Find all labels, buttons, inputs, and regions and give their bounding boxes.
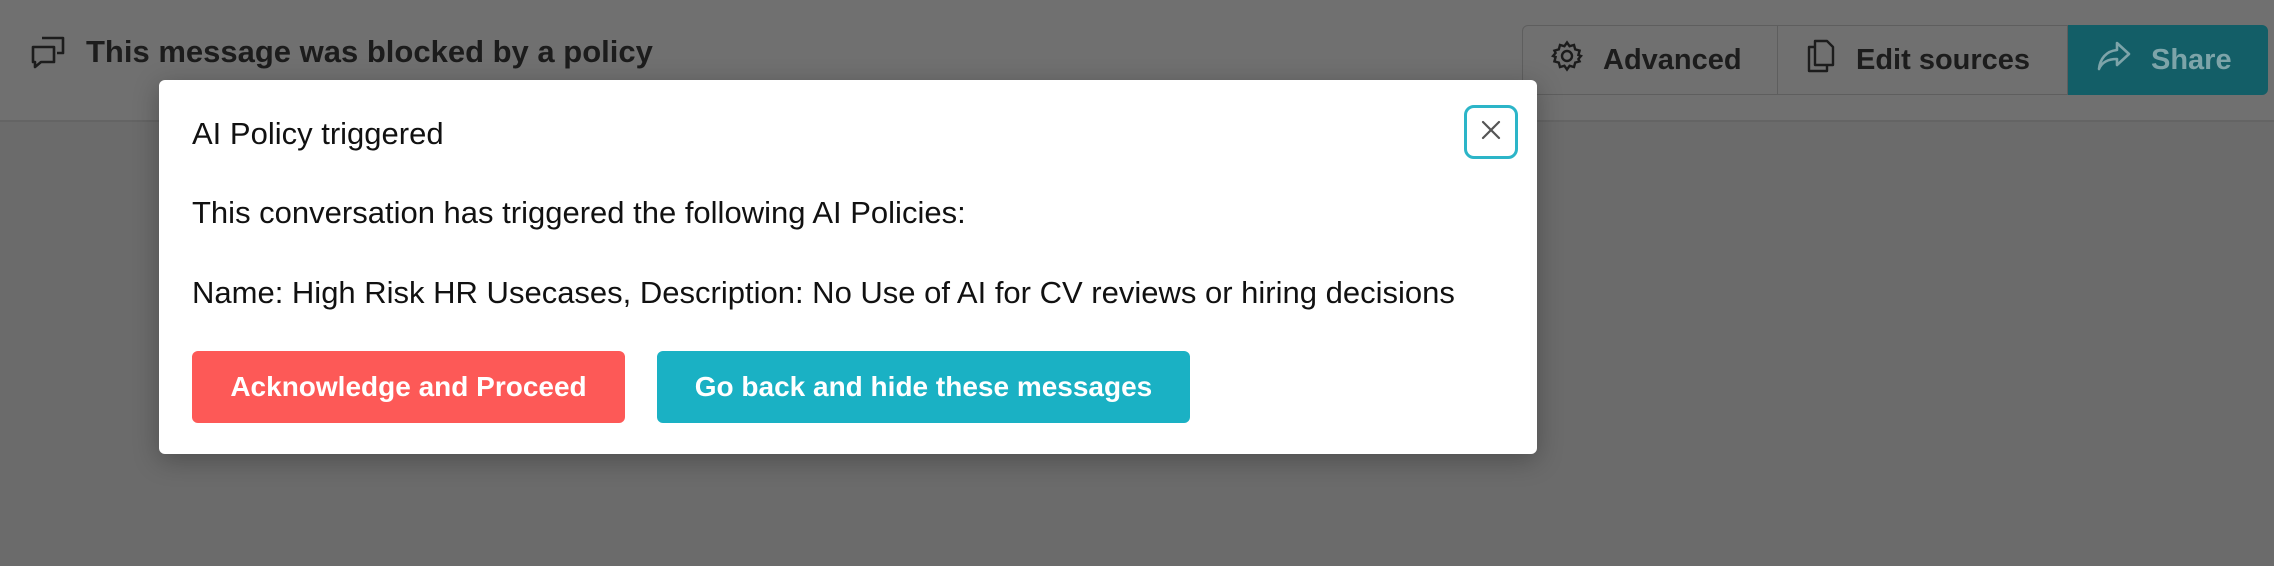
go-back-button[interactable]: Go back and hide these messages <box>657 351 1190 423</box>
message-blocked-icon <box>30 35 66 69</box>
share-icon <box>2097 41 2131 79</box>
close-button[interactable] <box>1464 105 1518 159</box>
policy-description: Name: High Risk HR Usecases, Description… <box>192 275 1455 310</box>
share-button[interactable]: Share <box>2068 25 2268 95</box>
dialog-intro-text: This conversation has triggered the foll… <box>192 195 966 230</box>
gear-icon <box>1550 40 1584 80</box>
edit-sources-label: Edit sources <box>1856 43 2031 76</box>
acknowledge-button[interactable]: Acknowledge and Proceed <box>192 351 625 423</box>
header-title: This message was blocked by a policy <box>86 34 653 69</box>
dialog-title: AI Policy triggered <box>192 116 444 151</box>
ai-policy-dialog: AI Policy triggered This conversation ha… <box>159 80 1537 454</box>
copy-icon <box>1806 39 1836 81</box>
toolbar: Advanced Edit sources Share <box>1522 25 2268 97</box>
edit-sources-button[interactable]: Edit sources <box>1778 25 2068 95</box>
advanced-button[interactable]: Advanced <box>1522 25 1778 95</box>
share-label: Share <box>2151 43 2232 76</box>
advanced-label: Advanced <box>1603 43 1742 76</box>
header-title-group: This message was blocked by a policy <box>30 34 653 70</box>
close-icon <box>1480 119 1502 146</box>
